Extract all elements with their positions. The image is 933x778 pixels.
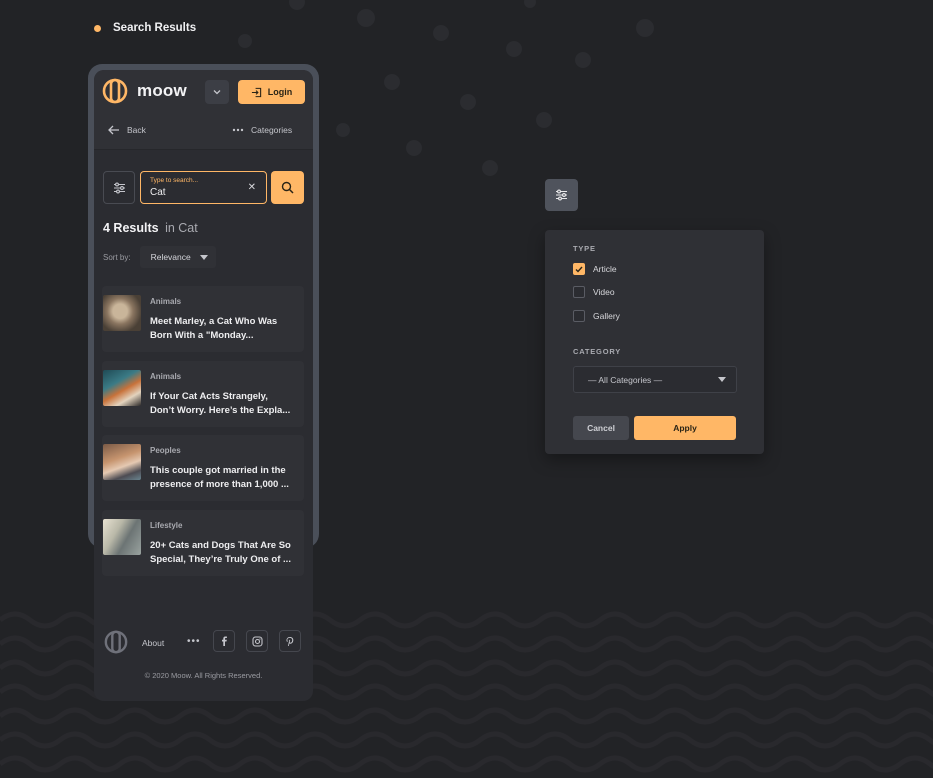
results-count: 4 Results	[103, 221, 159, 235]
category-value: — All Categories —	[588, 374, 663, 385]
category-section-label: CATEGORY	[573, 347, 622, 356]
type-checkbox-article[interactable]: Article	[573, 263, 617, 275]
result-category: Animals	[150, 372, 182, 381]
more-dots-icon	[232, 128, 244, 132]
brand-logo[interactable]: moow	[102, 78, 187, 104]
result-title: If Your Cat Acts Strangely, Don’t Worry.…	[150, 391, 291, 416]
filter-toggle-button[interactable]	[103, 171, 135, 204]
sort-value: Relevance	[150, 252, 191, 262]
sliders-icon	[113, 182, 125, 193]
facebook-icon[interactable]	[213, 630, 235, 652]
type-section-label: TYPE	[573, 244, 596, 253]
clear-icon[interactable]: ✕	[248, 182, 256, 193]
app-footer: About ••• © 2020 Moow. All Rights Reserv…	[94, 628, 313, 701]
pinterest-icon[interactable]	[279, 630, 301, 652]
result-card[interactable]: Animals Meet Marley, a Cat Who Was Born …	[102, 286, 304, 352]
mobile-screen: moow Login Back Categories Type to searc…	[94, 70, 313, 701]
checkbox-label: Article	[593, 264, 617, 274]
type-checkbox-gallery[interactable]: Gallery	[573, 310, 620, 322]
page-label-text: Search Results	[113, 22, 197, 34]
search-icon	[281, 181, 294, 194]
cat-photo-icon	[103, 519, 141, 555]
filter-panel: TYPE Article Video Gallery CATEGORY — Al…	[545, 230, 764, 454]
caret-down-icon	[199, 254, 208, 260]
login-icon	[251, 87, 261, 97]
sort-select[interactable]: Relevance	[139, 246, 216, 268]
login-label: Login	[267, 87, 293, 97]
result-title: This couple got married in the presence …	[150, 465, 289, 490]
sort-label: Sort by:	[103, 252, 131, 262]
brand-name: moow	[137, 81, 187, 100]
result-card[interactable]: Peoples This couple got married in the p…	[102, 435, 304, 501]
caret-down-icon	[718, 377, 726, 382]
sort-row: Sort by: Relevance	[103, 246, 216, 268]
search-value: Cat	[150, 187, 166, 198]
more-dots-icon[interactable]: •••	[187, 636, 201, 647]
page-label: Search Results	[94, 22, 196, 34]
categories-label: Categories	[251, 125, 293, 135]
checkbox[interactable]	[573, 286, 585, 298]
back-button[interactable]: Back	[108, 125, 146, 135]
arrow-left-icon	[108, 125, 119, 135]
result-card[interactable]: Lifestyle 20+ Cats and Dogs That Are So …	[102, 510, 304, 576]
menu-dropdown-button[interactable]	[205, 80, 229, 104]
categories-button[interactable]: Categories	[232, 125, 292, 135]
app-header: moow Login Back Categories	[94, 70, 313, 150]
check-icon	[575, 266, 583, 273]
status-dot	[94, 24, 101, 32]
checkbox-checked[interactable]	[573, 263, 585, 275]
about-link[interactable]: About	[142, 638, 164, 648]
results-scope: in Cat	[165, 221, 198, 235]
cat-photo-icon	[103, 370, 141, 406]
results-heading: 4 Results in Cat	[103, 221, 198, 235]
result-category: Peoples	[150, 446, 181, 455]
copyright-text: © 2020 Moow. All Rights Reserved.	[144, 671, 263, 680]
result-card[interactable]: Animals If Your Cat Acts Strangely, Don’…	[102, 361, 304, 427]
search-input[interactable]: Type to search... Cat ✕	[140, 171, 267, 204]
apply-button[interactable]: Apply	[634, 416, 736, 440]
type-checkbox-video[interactable]: Video	[573, 286, 615, 298]
checkbox-label: Video	[593, 287, 615, 297]
search-placeholder: Type to search...	[150, 177, 199, 184]
search-button[interactable]	[271, 171, 304, 204]
moow-logo-icon	[102, 78, 128, 104]
people-photo-icon	[103, 444, 141, 480]
moow-logo-icon[interactable]	[104, 630, 128, 654]
checkbox-label: Gallery	[593, 311, 620, 321]
chevron-down-icon	[213, 90, 221, 95]
back-label: Back	[127, 125, 146, 135]
sliders-icon	[556, 189, 567, 201]
cancel-button[interactable]: Cancel	[573, 416, 629, 440]
result-category: Lifestyle	[150, 521, 183, 530]
category-select[interactable]: — All Categories —	[573, 366, 737, 393]
checkbox[interactable]	[573, 310, 585, 322]
result-category: Animals	[150, 297, 182, 306]
result-title: 20+ Cats and Dogs That Are So Special, T…	[150, 540, 291, 565]
cat-photo-icon	[103, 295, 141, 331]
instagram-icon[interactable]	[246, 630, 268, 652]
login-button[interactable]: Login	[238, 80, 305, 104]
filter-toggle-button[interactable]	[545, 179, 578, 211]
result-title: Meet Marley, a Cat Who Was Born With a "…	[150, 316, 278, 341]
